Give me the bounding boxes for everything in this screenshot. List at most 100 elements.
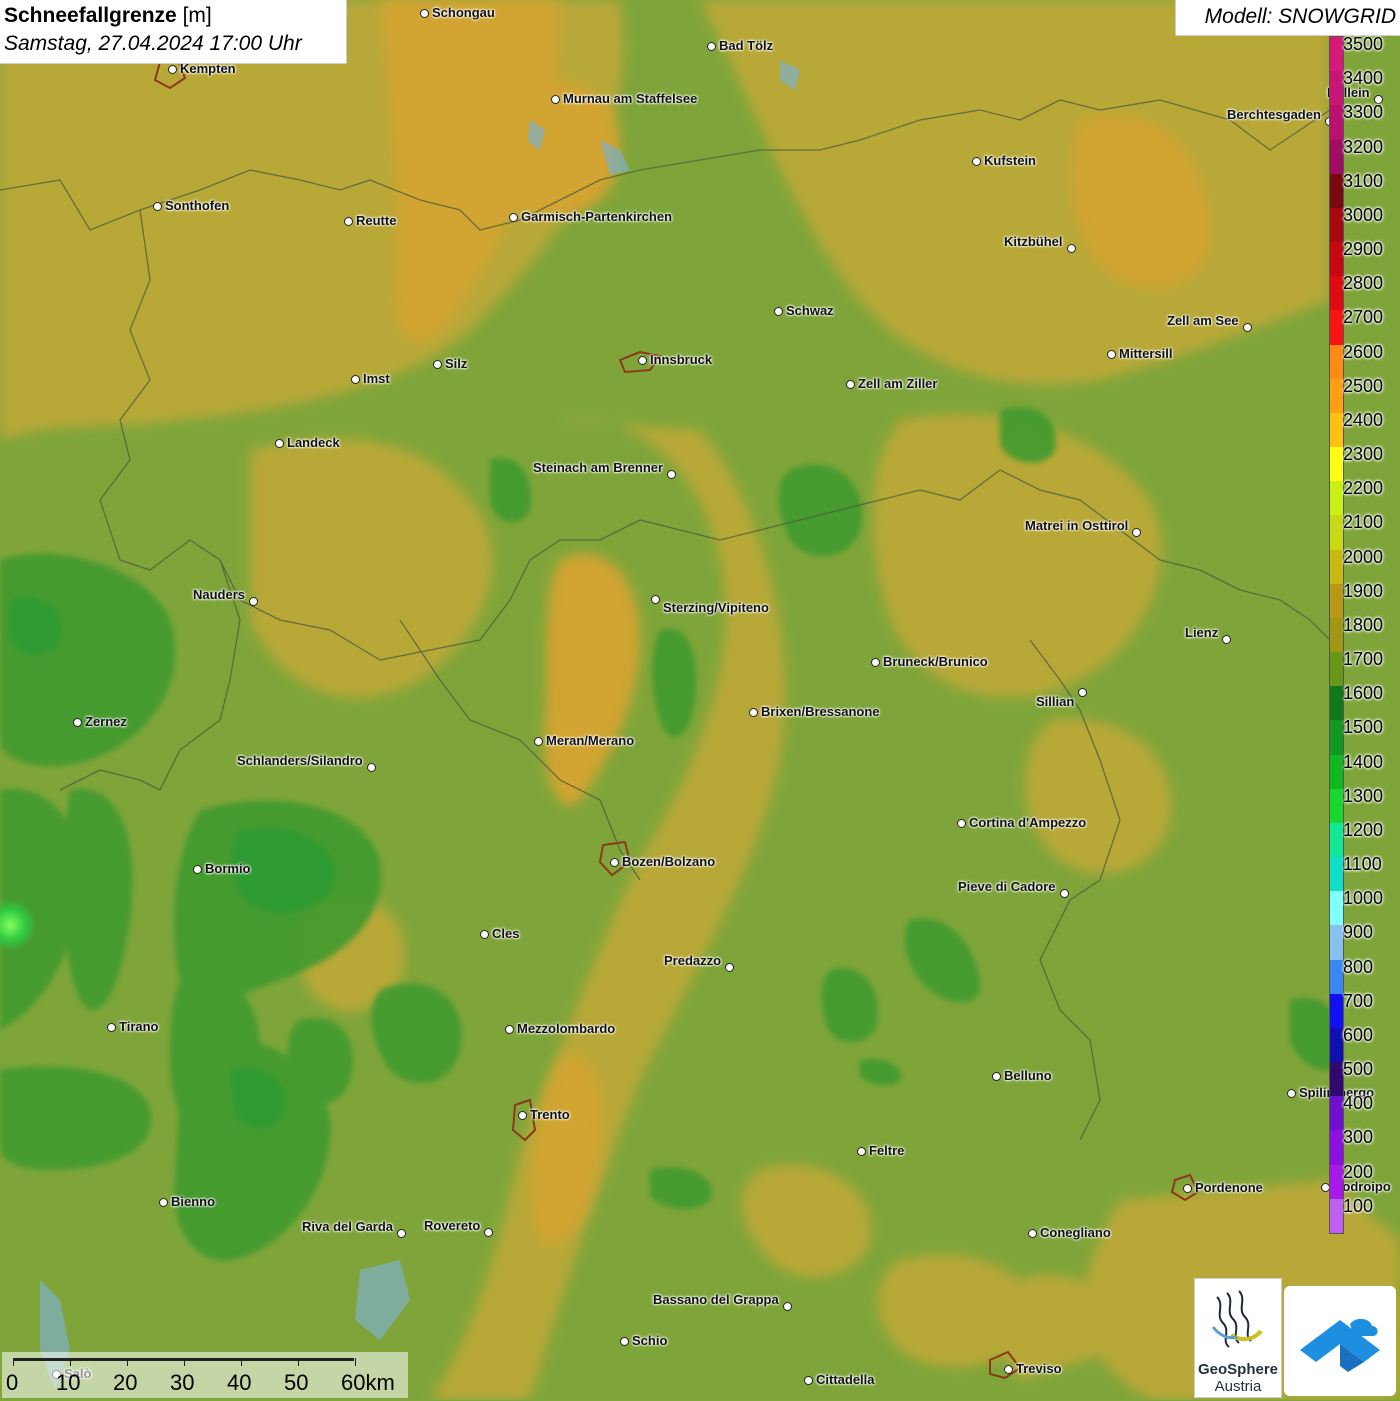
city-label[interactable]: Berchtesgaden [1227,107,1321,122]
city-marker[interactable] [159,1198,168,1207]
city-label[interactable]: Rovereto [424,1218,480,1233]
city-marker[interactable] [107,1023,116,1032]
city-marker[interactable] [620,1337,629,1346]
city-marker[interactable] [551,95,560,104]
city-label[interactable]: Sonthofen [165,198,229,213]
city-marker[interactable] [749,708,758,717]
city-marker[interactable] [367,763,376,772]
city-marker[interactable] [651,595,660,604]
city-marker[interactable] [1028,1229,1037,1238]
city-label[interactable]: Zell am See [1167,313,1239,328]
app-logo[interactable] [1284,1286,1396,1396]
city-label[interactable]: Lienz [1185,625,1218,640]
city-marker[interactable] [73,718,82,727]
city-label[interactable]: Bozen/Bolzano [622,854,715,869]
city-label[interactable]: Cortina d'Ampezzo [969,815,1086,830]
city-label[interactable]: Trento [530,1107,570,1122]
city-label[interactable]: Predazzo [664,953,721,968]
city-marker[interactable] [871,658,880,667]
city-marker[interactable] [972,157,981,166]
city-label[interactable]: Cittadella [816,1372,875,1387]
city-label[interactable]: Zell am Ziller [858,376,937,391]
city-marker[interactable] [774,307,783,316]
city-marker[interactable] [1243,323,1252,332]
city-marker[interactable] [1004,1365,1013,1374]
legend-label: 2700 [1343,307,1384,328]
city-marker[interactable] [509,213,518,222]
city-marker[interactable] [804,1376,813,1385]
city-marker[interactable] [484,1228,493,1237]
city-marker[interactable] [707,42,716,51]
city-label[interactable]: Conegliano [1040,1225,1111,1240]
city-label[interactable]: Belluno [1004,1068,1052,1083]
city-label[interactable]: Mezzolombardo [517,1021,615,1036]
city-marker[interactable] [783,1302,792,1311]
city-marker[interactable] [534,737,543,746]
city-label[interactable]: Steinach am Brenner [533,460,663,475]
city-marker[interactable] [397,1229,406,1238]
city-label[interactable]: Kufstein [984,153,1036,168]
city-marker[interactable] [505,1025,514,1034]
city-marker[interactable] [1067,244,1076,253]
city-label[interactable]: Treviso [1016,1361,1062,1376]
city-marker[interactable] [1107,350,1116,359]
city-marker[interactable] [420,9,429,18]
city-marker[interactable] [153,202,162,211]
city-label[interactable]: Schongau [432,5,495,20]
city-label[interactable]: Mittersill [1119,346,1172,361]
city-label[interactable]: Riva del Garda [302,1219,393,1234]
city-marker[interactable] [846,380,855,389]
city-marker[interactable] [1060,889,1069,898]
city-label[interactable]: Bienno [171,1194,215,1209]
city-marker[interactable] [433,360,442,369]
city-label[interactable]: Kitzbühel [1004,234,1063,249]
city-marker[interactable] [1183,1184,1192,1193]
city-marker[interactable] [193,865,202,874]
city-label[interactable]: Pieve di Cadore [958,879,1056,894]
city-label[interactable]: Sterzing/Vipiteno [663,600,769,615]
city-marker[interactable] [992,1072,1001,1081]
city-marker[interactable] [1132,528,1141,537]
city-label[interactable]: Innsbruck [650,352,712,367]
city-marker[interactable] [1287,1089,1296,1098]
city-marker[interactable] [667,470,676,479]
geosphere-logo[interactable]: GeoSphere Austria [1194,1278,1282,1398]
city-label[interactable]: Feltre [869,1143,904,1158]
city-label[interactable]: Murnau am Staffelsee [563,91,697,106]
city-label[interactable]: Bormio [205,861,251,876]
city-label[interactable]: Landeck [287,435,340,450]
city-label[interactable]: Imst [363,371,390,386]
city-label[interactable]: Schlanders/Silandro [237,753,363,768]
city-marker[interactable] [725,963,734,972]
city-label[interactable]: Zernez [85,714,127,729]
city-label[interactable]: Garmisch-Partenkirchen [521,209,672,224]
city-label[interactable]: Tirano [119,1019,159,1034]
city-marker[interactable] [957,819,966,828]
city-label[interactable]: Schwaz [786,303,834,318]
city-marker[interactable] [638,356,647,365]
city-label[interactable]: Silz [445,356,467,371]
city-label[interactable]: Matrei in Osttirol [1025,518,1128,533]
city-label[interactable]: Sillian [1036,694,1074,709]
city-marker[interactable] [1078,688,1087,697]
city-label[interactable]: Bruneck/Brunico [883,654,988,669]
city-label[interactable]: Schio [632,1333,667,1348]
city-marker[interactable] [351,375,360,384]
city-label[interactable]: Nauders [193,587,245,602]
city-label[interactable]: Bad Tölz [719,38,773,53]
city-marker[interactable] [610,858,619,867]
city-marker[interactable] [275,439,284,448]
city-marker[interactable] [168,65,177,74]
city-label[interactable]: Bassano del Grappa [653,1292,779,1307]
city-label[interactable]: Brixen/Bressanone [761,704,880,719]
city-label[interactable]: Meran/Merano [546,733,634,748]
city-marker[interactable] [480,930,489,939]
city-marker[interactable] [857,1147,866,1156]
city-marker[interactable] [518,1111,527,1120]
city-marker[interactable] [249,597,258,606]
city-marker[interactable] [344,217,353,226]
city-label[interactable]: Cles [492,926,519,941]
city-label[interactable]: Reutte [356,213,396,228]
city-label[interactable]: Pordenone [1195,1180,1263,1195]
city-marker[interactable] [1222,635,1231,644]
